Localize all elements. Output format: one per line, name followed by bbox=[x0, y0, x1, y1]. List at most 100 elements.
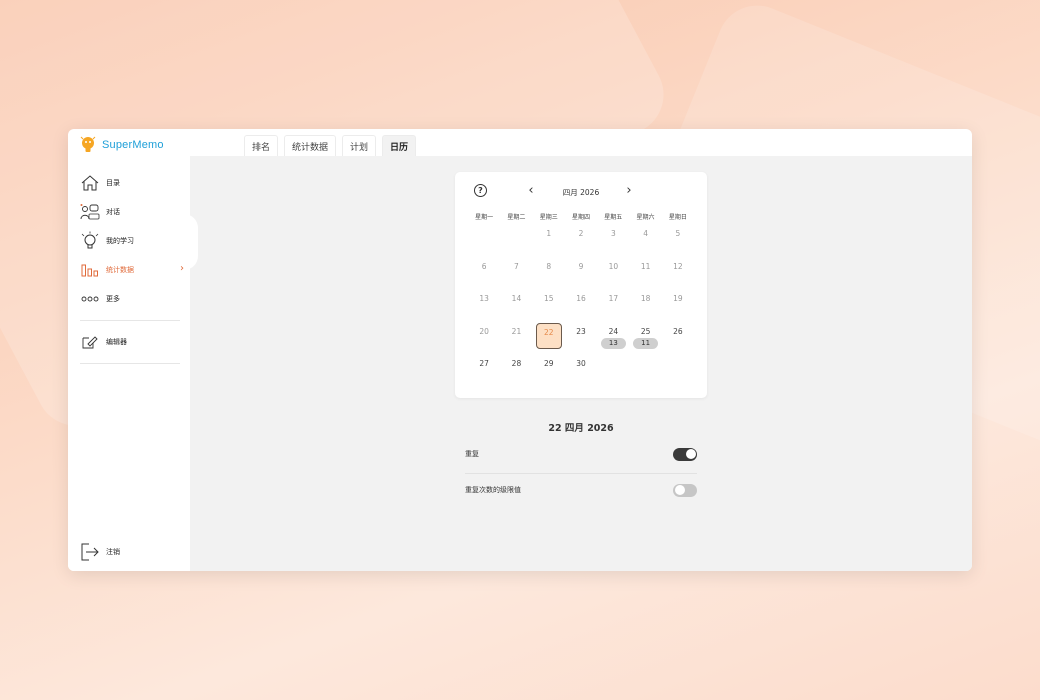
app-window: SuperMemo 排名 统计数据 计划 日历 目录 对话 我的学习 统计数据 … bbox=[68, 129, 972, 571]
calendar-day[interactable]: 7 bbox=[500, 257, 532, 290]
calendar-card: ? ‹ 四月 2026 › 星期一 星期二 星期三 星期四 星期五 星期六 星期日 1234… bbox=[455, 172, 707, 398]
calendar-day-number: 10 bbox=[608, 261, 619, 271]
review-count-badge: 13 bbox=[600, 337, 626, 349]
sidebar-item-label: 统计数据 bbox=[106, 266, 134, 274]
calendar-day[interactable]: 30 bbox=[565, 354, 597, 387]
calendar-day[interactable]: 20 bbox=[468, 322, 500, 355]
tab-statistics[interactable]: 统计数据 bbox=[284, 135, 337, 157]
repeat-threshold-toggle[interactable] bbox=[673, 483, 697, 497]
chevron-left-icon[interactable]: ‹ bbox=[525, 183, 537, 198]
setting-divider bbox=[465, 473, 697, 474]
help-icon[interactable]: ? bbox=[474, 184, 487, 197]
calendar-day[interactable]: 4 bbox=[629, 224, 661, 257]
calendar-day[interactable]: 3 bbox=[597, 224, 629, 257]
calendar-day[interactable]: 24 13 bbox=[597, 322, 629, 355]
calendar-day[interactable]: 19 bbox=[662, 289, 694, 322]
calendar-day[interactable]: 23 bbox=[565, 322, 597, 355]
sidebar-divider bbox=[80, 363, 180, 364]
chevron-right-icon[interactable]: › bbox=[623, 183, 635, 198]
logout-button[interactable]: 注销 bbox=[80, 541, 184, 563]
tab-bar: 排名 统计数据 计划 日历 bbox=[244, 135, 417, 157]
calendar-day[interactable]: 29 bbox=[533, 354, 565, 387]
calendar-day-number: 2 bbox=[578, 229, 584, 238]
calendar-day[interactable]: 9 bbox=[565, 257, 597, 290]
repeat-setting-row: 重复 bbox=[465, 444, 697, 464]
calendar-day-number: 25 bbox=[640, 326, 651, 336]
calendar-day-number: 1 bbox=[546, 229, 552, 238]
sidebar-item-more[interactable]: 更多 bbox=[80, 288, 184, 310]
calendar-day[interactable]: 6 bbox=[468, 257, 500, 290]
calendar-day-today[interactable]: 22 bbox=[533, 322, 565, 355]
calendar-day-number: 18 bbox=[640, 294, 651, 303]
calendar-day[interactable]: 15 bbox=[533, 289, 565, 322]
sidebar-item-catalog[interactable]: 目录 bbox=[80, 172, 184, 194]
calendar-day[interactable]: 26 bbox=[662, 322, 694, 355]
logout-icon bbox=[80, 542, 100, 562]
weekday-label: 星期四 bbox=[571, 214, 590, 221]
calendar-day[interactable]: 25 11 bbox=[629, 322, 661, 355]
weekday-label: 星期一 bbox=[475, 214, 494, 221]
calendar-day[interactable]: 1 bbox=[533, 224, 565, 257]
sidebar-item-my-study[interactable]: 我的学习 bbox=[80, 230, 184, 252]
calendar-day[interactable]: 28 bbox=[500, 354, 532, 387]
tab-plan[interactable]: 计划 bbox=[342, 135, 377, 157]
calendar-day[interactable]: 21 bbox=[500, 322, 532, 355]
calendar-day-number: 20 bbox=[479, 326, 489, 336]
supermemo-logo[interactable]: SuperMemo bbox=[80, 133, 164, 157]
calendar-month-label: 四月 2026 bbox=[562, 188, 600, 197]
repeat-label: 重复 bbox=[465, 450, 479, 458]
sidebar-item-label: 编辑器 bbox=[106, 338, 127, 346]
more-dots-icon bbox=[80, 289, 100, 309]
calendar-day-number: 12 bbox=[673, 261, 683, 271]
calendar-day-number: 27 bbox=[479, 359, 489, 368]
calendar-day-number: 8 bbox=[546, 261, 552, 271]
calendar-day[interactable]: 14 bbox=[500, 289, 532, 322]
bar-chart-icon bbox=[80, 260, 100, 280]
calendar-day[interactable]: 13 bbox=[468, 289, 500, 322]
calendar-day-number: 13 bbox=[479, 294, 489, 303]
review-count-badge: 11 bbox=[633, 337, 659, 349]
calendar-day[interactable]: 11 bbox=[629, 257, 661, 290]
calendar-day-number: 5 bbox=[675, 229, 681, 238]
calendar-day[interactable]: 27 bbox=[468, 354, 500, 387]
weekday-label: 星期五 bbox=[604, 214, 623, 221]
calendar-day[interactable]: 5 bbox=[662, 224, 694, 257]
calendar-day-number: 16 bbox=[576, 294, 586, 303]
selected-date-title: 22 四月 2026 bbox=[548, 423, 614, 434]
lightbulb-icon bbox=[80, 231, 100, 251]
repeat-threshold-row: 重复次数的级限值 bbox=[465, 480, 697, 500]
weekday-label: 星期二 bbox=[507, 214, 526, 221]
calendar-day-number: 28 bbox=[511, 359, 522, 368]
calendar-day[interactable]: 8 bbox=[533, 257, 565, 290]
calendar-day[interactable]: 18 bbox=[629, 289, 661, 322]
calendar-day-number: 30 bbox=[576, 359, 586, 368]
calendar-day[interactable]: 16 bbox=[565, 289, 597, 322]
sidebar-item-statistics[interactable]: 统计数据 › bbox=[80, 259, 184, 281]
weekday-label: 星期三 bbox=[539, 214, 558, 221]
repeat-threshold-label: 重复次数的级限值 bbox=[465, 486, 521, 494]
calendar-day-number: 6 bbox=[481, 261, 487, 271]
calendar-day-number: 26 bbox=[673, 326, 683, 336]
calendar-day[interactable]: 10 bbox=[597, 257, 629, 290]
calendar-day-number: 19 bbox=[673, 294, 683, 303]
calendar-day[interactable]: 17 bbox=[597, 289, 629, 322]
calendar-day-number: 29 bbox=[543, 359, 554, 368]
lightbulb-logo-icon bbox=[80, 135, 96, 155]
calendar-day-number: 14 bbox=[511, 294, 522, 303]
repeat-toggle[interactable] bbox=[673, 447, 697, 461]
sidebar-item-dialog[interactable]: 对话 bbox=[80, 201, 184, 223]
calendar-day[interactable]: 12 bbox=[662, 257, 694, 290]
tab-calendar[interactable]: 日历 bbox=[382, 135, 417, 157]
calendar-day-number: 24 bbox=[608, 326, 619, 336]
sidebar-item-editor[interactable]: 编辑器 bbox=[80, 331, 184, 353]
sidebar-item-label: 更多 bbox=[106, 295, 120, 303]
calendar-day-number: 3 bbox=[610, 229, 616, 238]
calendar-day-number: 23 bbox=[576, 326, 586, 336]
calendar-days-grid: 1 2 3 4 5 6 7 8 9 10 11 12 13 14 15 16 17 18 19 20 21 22 23 24 1… bbox=[468, 224, 694, 387]
calendar-day[interactable]: 2 bbox=[565, 224, 597, 257]
sidebar-item-label: 目录 bbox=[106, 179, 120, 187]
edit-icon bbox=[80, 332, 100, 352]
chat-robot-icon bbox=[80, 202, 100, 222]
logo-text: SuperMemo bbox=[102, 139, 164, 151]
tab-ranking[interactable]: 排名 bbox=[244, 135, 279, 157]
